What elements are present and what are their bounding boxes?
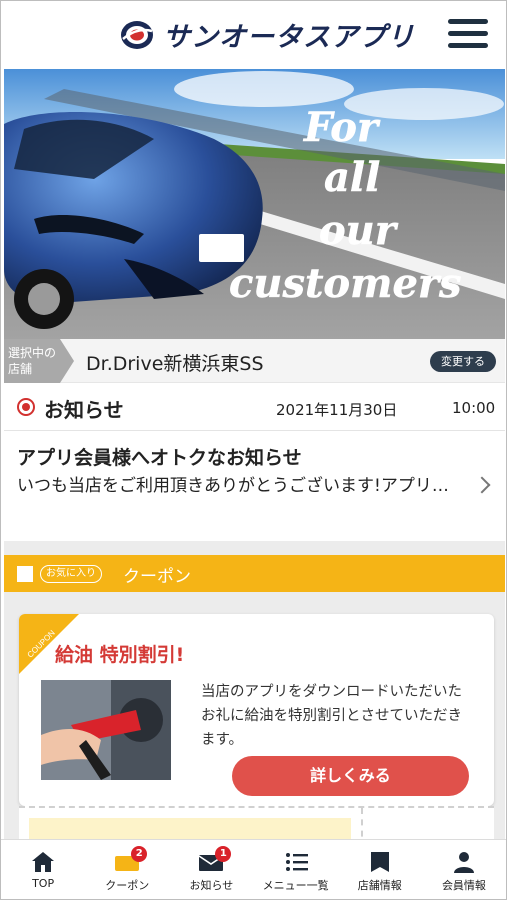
- nav-item-coupon[interactable]: 2 クーポン: [85, 840, 169, 899]
- hero-tagline-line: our: [319, 207, 399, 254]
- notice-date: 2021年11月30日: [276, 401, 398, 419]
- coupon-photo: [41, 680, 171, 780]
- nav-item-menu[interactable]: メニュー一覧: [254, 840, 338, 899]
- home-icon: [32, 852, 55, 872]
- store-name: Dr.Drive新横浜東SS: [86, 353, 264, 375]
- coupon-description: 当店のアプリをダウンロードいただいたお礼に給油を特別割引とさせていただきます。: [201, 684, 462, 748]
- nav-item-top[interactable]: TOP: [1, 840, 85, 899]
- notice-section-title: お知らせ: [44, 398, 124, 422]
- hamburger-line: [448, 43, 488, 48]
- bottom-navigation: TOP 2 クーポン 1 お知らせ メニュー一覧 店舗情報 会員情報: [1, 839, 506, 899]
- nav-item-store[interactable]: 店舗情報: [338, 840, 422, 899]
- favorite-label: お気に入り: [40, 565, 102, 583]
- coupon-section-header: お気に入り クーポン: [4, 555, 505, 592]
- chevron-right-icon: [473, 476, 491, 494]
- notice-bullet-icon: [17, 398, 35, 416]
- notice-time: 10:00: [452, 399, 496, 417]
- hero-tagline-line: all: [324, 154, 380, 201]
- nav-item-member[interactable]: 会員情報: [422, 840, 506, 899]
- coupon-title: 給油 特別割引!: [55, 644, 185, 666]
- nav-label: メニュー一覧: [262, 879, 329, 892]
- hamburger-line: [448, 19, 488, 24]
- coupon-count-badge: 2: [131, 846, 148, 862]
- person-icon: [453, 852, 474, 873]
- notice-count-badge: 1: [215, 846, 232, 862]
- notice-item-body: いつも当店をご利用頂きありがとうございます!アプリ…: [17, 476, 449, 496]
- nav-item-notice[interactable]: 1 お知らせ: [169, 840, 253, 899]
- brand-logo-icon: [121, 20, 153, 49]
- menu-list-icon: [285, 853, 308, 871]
- notice-list-item[interactable]: アプリ会員様へオトクなお知らせ いつも当店をご利用頂きありがとうございます!アプ…: [4, 431, 505, 541]
- selected-store-bar: 選択中の店舗 Dr.Drive新横浜東SS 変更する: [4, 339, 505, 383]
- coupon-detail-button[interactable]: 詳しくみる: [232, 756, 469, 796]
- favorite-checkbox[interactable]: [17, 566, 33, 582]
- hero-image: For all our customers: [4, 69, 505, 339]
- app-title: サンオータスアプリ: [163, 22, 415, 53]
- app-header: サンオータスアプリ: [1, 1, 506, 69]
- hero-tagline-line: customers: [229, 260, 461, 307]
- change-store-button[interactable]: 変更する: [430, 351, 496, 372]
- coupon-card[interactable]: COUPON 給油 特別割引! 当店のアプリをダウンロードいただいたお礼に給油を…: [19, 614, 494, 806]
- hamburger-line: [448, 31, 488, 36]
- coupon-area: COUPON 給油 特別割引! 当店のアプリをダウンロードいただいたお礼に給油を…: [4, 592, 505, 848]
- section-divider: [4, 541, 505, 555]
- nav-label: TOP: [32, 877, 55, 890]
- coupon-section-title: クーポン: [123, 567, 191, 587]
- nav-label: クーポン: [105, 879, 150, 892]
- hero-banner[interactable]: For all our customers: [4, 69, 505, 339]
- notice-item-title: アプリ会員様へオトクなお知らせ: [17, 447, 302, 469]
- hero-tagline-line: For: [303, 104, 381, 151]
- hamburger-menu-button[interactable]: [448, 19, 488, 53]
- app-logo: サンオータスアプリ: [119, 15, 415, 54]
- store-icon: [370, 852, 389, 872]
- nav-label: 店舗情報: [357, 879, 402, 892]
- notice-header: お知らせ 2021年11月30日 10:00: [4, 383, 505, 431]
- app-screen: サンオータスアプリ For all our customers 選択中の店舗 D…: [0, 0, 507, 900]
- selected-store-label: 選択中の店舗: [8, 346, 57, 376]
- nav-label: お知らせ: [189, 879, 234, 892]
- nav-label: 会員情報: [441, 879, 486, 892]
